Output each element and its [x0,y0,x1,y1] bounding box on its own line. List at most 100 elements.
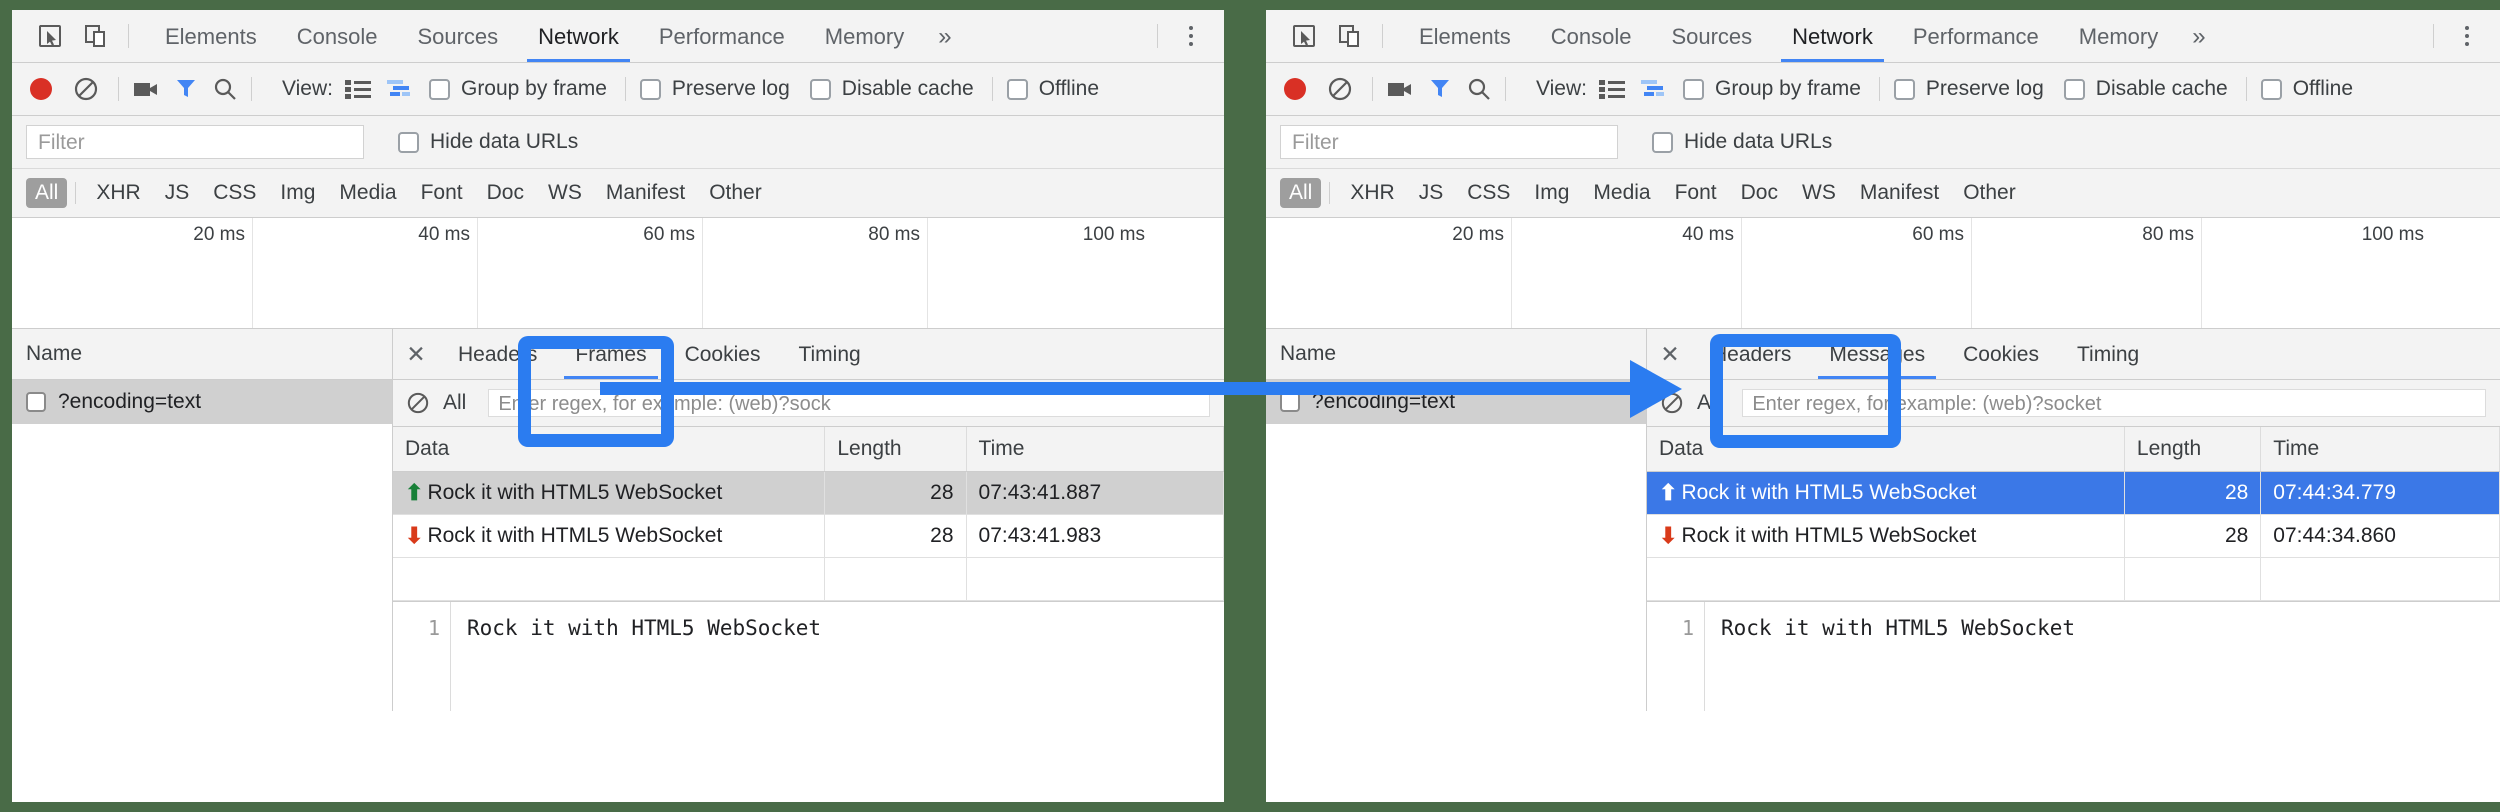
chip-other[interactable]: Other [1951,181,2028,205]
tab-memory[interactable]: Memory [2059,11,2178,62]
offline-box[interactable] [2261,79,2282,100]
disable-cache-box[interactable] [2064,79,2085,100]
chip-xhr[interactable]: XHR [84,181,152,205]
tab-console[interactable]: Console [1531,11,1652,62]
chip-manifest[interactable]: Manifest [594,181,697,205]
detail-tab-timing[interactable]: Timing [2058,330,2158,379]
search-icon[interactable] [213,77,237,101]
frames-filter-all-button[interactable]: All [443,391,466,415]
view-waterfall-icon[interactable] [1641,77,1669,101]
tab-performance[interactable]: Performance [639,11,805,62]
hide-data-urls-box[interactable] [398,132,419,153]
tab-memory[interactable]: Memory [805,11,924,62]
tab-sources[interactable]: Sources [397,11,518,62]
chip-media[interactable]: Media [327,181,408,205]
chip-doc[interactable]: Doc [1729,181,1790,205]
detail-tab-frames[interactable]: Frames [556,330,665,379]
capture-screenshots-icon[interactable] [1387,79,1413,99]
frames-col-data[interactable]: Data [393,427,825,472]
preserve-log-box[interactable] [640,79,661,100]
table-row[interactable]: ⬆Rock it with HTML5 WebSocket 28 07:44:3… [1647,472,2500,515]
tab-elements[interactable]: Elements [1399,11,1531,62]
frames-col-length[interactable]: Length [825,427,966,472]
chip-css[interactable]: CSS [1455,181,1522,205]
chip-xhr[interactable]: XHR [1338,181,1406,205]
chip-img[interactable]: Img [268,181,327,205]
detail-tab-timing[interactable]: Timing [779,330,879,379]
tab-sources[interactable]: Sources [1651,11,1772,62]
name-column-header[interactable]: Name [1266,329,1646,380]
chip-img[interactable]: Img [1522,181,1581,205]
more-options-icon[interactable] [2450,19,2484,53]
view-waterfall-icon[interactable] [387,77,415,101]
hide-data-urls-checkbox[interactable]: Hide data URLs [398,130,578,154]
chip-all[interactable]: All [1280,178,1321,208]
chip-font[interactable]: Font [409,181,475,205]
request-checkbox[interactable] [26,392,46,412]
detail-tab-headers[interactable]: Headers [439,330,556,379]
record-icon[interactable] [30,78,52,100]
group-by-frame-checkbox[interactable]: Group by frame [429,77,607,101]
device-toolbar-icon[interactable] [80,20,112,52]
tab-overflow-chevron-icon[interactable]: » [924,11,963,62]
group-by-frame-box[interactable] [429,79,450,100]
chip-all[interactable]: All [26,178,67,208]
more-options-icon[interactable] [1174,19,1208,53]
close-icon[interactable]: ✕ [393,329,439,379]
offline-checkbox[interactable]: Offline [1007,77,1099,101]
filter-input[interactable]: Filter [1280,125,1618,159]
clear-messages-icon[interactable] [1661,392,1683,414]
table-row[interactable]: ⬇Rock it with HTML5 WebSocket 28 07:44:3… [1647,515,2500,558]
hide-data-urls-box[interactable] [1652,132,1673,153]
filter-input[interactable]: Filter [26,125,364,159]
preserve-log-checkbox[interactable]: Preserve log [640,77,790,101]
disable-cache-box[interactable] [810,79,831,100]
messages-col-time[interactable]: Time [2261,427,2500,472]
chip-media[interactable]: Media [1581,181,1662,205]
view-list-icon[interactable] [345,77,373,101]
request-list-item[interactable]: ?encoding=text [1266,380,1646,424]
chip-css[interactable]: CSS [201,181,268,205]
search-icon[interactable] [1467,77,1491,101]
chip-font[interactable]: Font [1663,181,1729,205]
detail-tab-cookies[interactable]: Cookies [1944,330,2058,379]
chip-doc[interactable]: Doc [475,181,536,205]
chip-js[interactable]: JS [153,181,202,205]
disable-cache-checkbox[interactable]: Disable cache [2064,77,2228,101]
chip-ws[interactable]: WS [1790,181,1848,205]
messages-col-data[interactable]: Data [1647,427,2124,472]
inspect-element-icon[interactable] [1288,20,1320,52]
clear-icon[interactable] [1328,77,1352,101]
table-row[interactable]: ⬇Rock it with HTML5 WebSocket 28 07:43:4… [393,515,1224,558]
group-by-frame-box[interactable] [1683,79,1704,100]
request-checkbox[interactable] [1280,392,1300,412]
view-list-icon[interactable] [1599,77,1627,101]
chip-manifest[interactable]: Manifest [1848,181,1951,205]
offline-checkbox[interactable]: Offline [2261,77,2353,101]
request-list-item[interactable]: ?encoding=text [12,380,392,424]
inspect-element-icon[interactable] [34,20,66,52]
clear-icon[interactable] [74,77,98,101]
tab-elements[interactable]: Elements [145,11,277,62]
frames-regex-input[interactable]: Enter regex, for example: (web)?sock [488,389,1210,417]
close-icon[interactable]: ✕ [1647,329,1693,379]
tab-performance[interactable]: Performance [1893,11,2059,62]
table-row[interactable]: ⬆Rock it with HTML5 WebSocket 28 07:43:4… [393,472,1224,515]
device-toolbar-icon[interactable] [1334,20,1366,52]
record-icon[interactable] [1284,78,1306,100]
filter-icon[interactable] [175,77,197,101]
tab-network[interactable]: Network [1772,11,1893,62]
messages-regex-input[interactable]: Enter regex, for example: (web)?socket [1742,389,2486,417]
tab-overflow-chevron-icon[interactable]: » [2178,11,2217,62]
detail-tab-messages[interactable]: Messages [1810,330,1944,379]
filter-icon[interactable] [1429,77,1451,101]
preserve-log-box[interactable] [1894,79,1915,100]
messages-filter-all-button[interactable]: All [1697,391,1720,415]
group-by-frame-checkbox[interactable]: Group by frame [1683,77,1861,101]
chip-js[interactable]: JS [1407,181,1456,205]
frames-col-time[interactable]: Time [966,427,1223,472]
preserve-log-checkbox[interactable]: Preserve log [1894,77,2044,101]
messages-col-length[interactable]: Length [2124,427,2260,472]
tab-network[interactable]: Network [518,11,639,62]
offline-box[interactable] [1007,79,1028,100]
